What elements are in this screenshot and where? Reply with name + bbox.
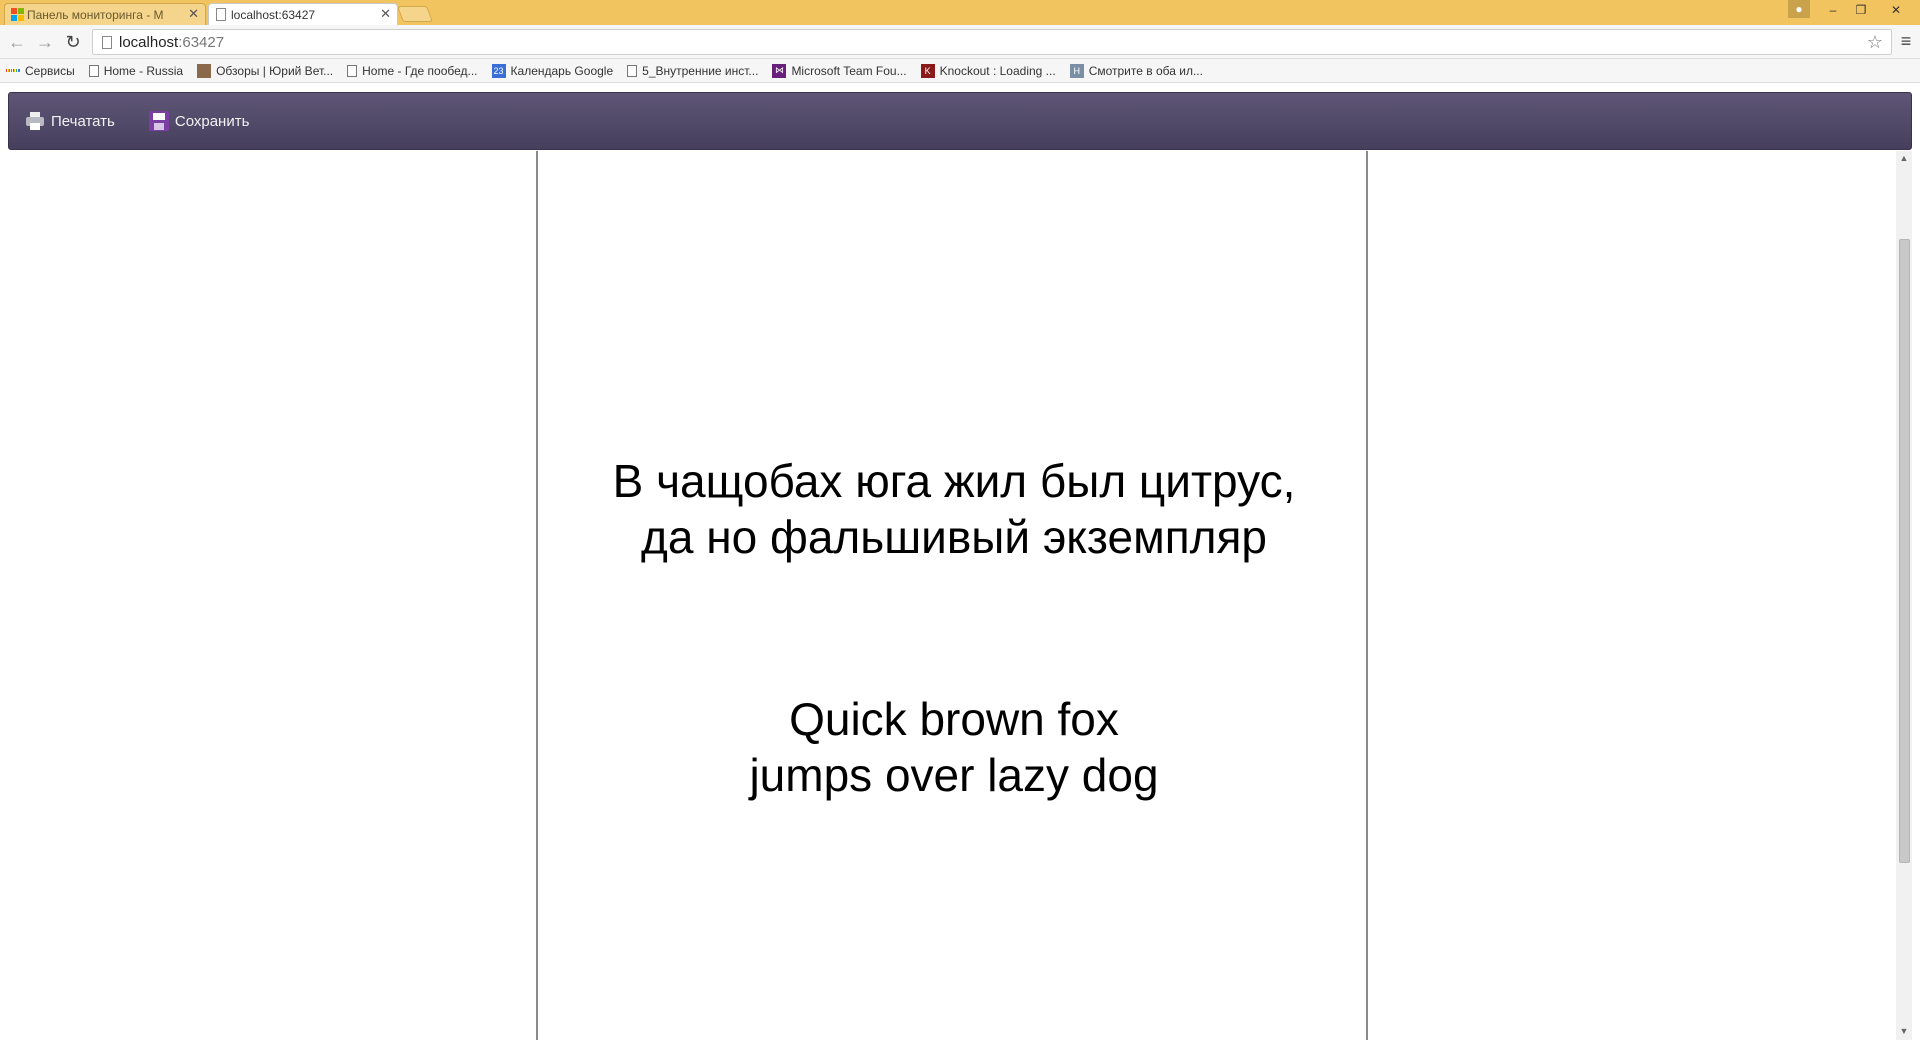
bookmark-team-foundation[interactable]: ⋈ Microsoft Team Fou... [772, 63, 907, 78]
knockout-icon: K [920, 63, 935, 78]
visual-studio-icon: ⋈ [772, 63, 787, 78]
text-line: В чащобах юга жил был цитрус, [612, 455, 1296, 507]
reload-icon[interactable]: ↻ [62, 31, 84, 53]
russian-pangram: В чащобах юга жил был цитрус, да но фаль… [538, 453, 1370, 565]
tab-localhost[interactable]: localhost:63427 ✕ [208, 3, 398, 25]
text-line: да но фальшивый экземпляр [641, 511, 1267, 563]
bookmark-habr[interactable]: H Смотрите в оба ил... [1069, 63, 1203, 78]
apps-grid-icon [5, 64, 21, 78]
page-icon [88, 64, 99, 77]
document-page: В чащобах юга жил был цитрус, да но фаль… [536, 151, 1368, 1040]
bookmark-label: 5_Внутренние инст... [642, 63, 759, 78]
bookmarks-bar: Сервисы Home - Russia Обзоры | Юрий Вет.… [0, 59, 1920, 83]
bookmark-label: Home - Где пообед... [362, 63, 478, 78]
bookmark-label: Knockout : Loading ... [939, 63, 1056, 78]
bookmark-label: Microsoft Team Fou... [791, 63, 907, 78]
tab-close-icon[interactable]: ✕ [380, 6, 391, 22]
restore-button[interactable]: ❐ [1848, 0, 1874, 20]
bookmark-knockout[interactable]: K Knockout : Loading ... [920, 63, 1056, 78]
bookmark-google-calendar[interactable]: 23 Календарь Google [491, 63, 614, 78]
printer-icon [25, 111, 45, 131]
bookmark-label: Обзоры | Юрий Вет... [216, 63, 334, 78]
browser-toolbar: ← → ↻ localhost:63427 ☆ ≡ [0, 25, 1920, 59]
habr-icon: H [1069, 63, 1084, 78]
tab-close-icon[interactable]: ✕ [188, 6, 199, 22]
window-close-button[interactable]: ✕ [1876, 0, 1916, 20]
tab-title: localhost:63427 [231, 7, 316, 22]
bookmark-star-icon[interactable]: ☆ [1867, 32, 1883, 53]
windows-logo-icon [11, 8, 24, 21]
scroll-down-arrow-icon[interactable]: ▼ [1896, 1026, 1912, 1038]
bookmark-label: Сервисы [25, 63, 75, 78]
user-profile-icon[interactable]: ● [1788, 0, 1810, 18]
bookmark-reviews[interactable]: Обзоры | Юрий Вет... [197, 63, 334, 78]
scroll-thumb[interactable] [1899, 239, 1910, 863]
browser-tab-strip: Панель мониторинга - M ✕ localhost:63427… [0, 0, 1920, 25]
document-viewer: В чащобах юга жил был цитрус, да но фаль… [0, 151, 1920, 1040]
minimize-button[interactable]: ‒ [1820, 0, 1846, 20]
new-tab-button[interactable] [397, 6, 433, 22]
floppy-disk-icon [148, 111, 169, 131]
bookmark-label: Смотрите в оба ил... [1088, 63, 1203, 78]
english-pangram: Quick brown fox jumps over lazy dog [538, 691, 1370, 803]
forward-arrow-icon[interactable]: → [34, 31, 56, 53]
save-label: Сохранить [174, 112, 250, 130]
bookmark-internal-instructions[interactable]: 5_Внутренние инст... [627, 64, 758, 78]
back-arrow-icon[interactable]: ← [6, 31, 28, 53]
bookmark-home-russia[interactable]: Home - Russia [88, 63, 184, 78]
page-icon [347, 64, 358, 77]
address-bar[interactable]: localhost:63427 ☆ [92, 29, 1892, 55]
bookmark-where-to-eat[interactable]: Home - Где пообед... [347, 63, 478, 78]
page-icon [101, 36, 112, 49]
page-icon [627, 64, 638, 77]
bookmark-label: Календарь Google [510, 63, 614, 78]
save-button[interactable]: Сохранить [148, 111, 250, 131]
tab-title: Панель мониторинга - M [27, 7, 164, 22]
url-port: :63427 [178, 33, 225, 51]
url-host: localhost [119, 33, 179, 51]
text-line: jumps over lazy dog [749, 749, 1159, 801]
vertical-scrollbar[interactable]: ▲ ▼ [1896, 151, 1912, 1040]
calendar-icon: 23 [491, 63, 506, 78]
photo-icon [197, 63, 212, 78]
scroll-up-arrow-icon[interactable]: ▲ [1896, 153, 1912, 165]
print-button[interactable]: Печатать [25, 111, 115, 131]
text-line: Quick brown fox [789, 693, 1119, 745]
report-toolbar: Печатать Сохранить [8, 92, 1912, 150]
tab-dashboard[interactable]: Панель мониторинга - M ✕ [4, 3, 206, 25]
bookmark-label: Home - Russia [103, 63, 184, 78]
page-icon [215, 8, 228, 21]
print-label: Печатать [51, 112, 115, 130]
bookmark-apps[interactable]: Сервисы [5, 63, 75, 78]
hamburger-menu-icon[interactable]: ≡ [1896, 31, 1916, 53]
